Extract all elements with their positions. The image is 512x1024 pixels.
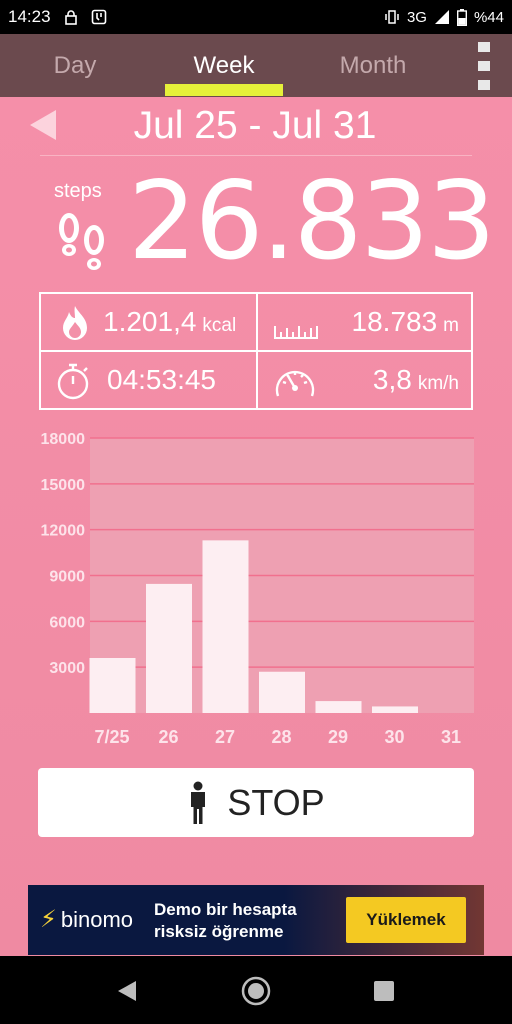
x-tick-label: 30: [384, 727, 404, 747]
ad-banner[interactable]: ⚡ binomo Demo bir hesapta risksiz öğrenm…: [28, 885, 484, 955]
calories-unit: kcal: [202, 315, 237, 336]
speed-unit: km/h: [417, 373, 459, 394]
footprints-icon: [59, 213, 104, 270]
previous-week-arrow-icon[interactable]: [28, 108, 58, 142]
y-tick-label: 6000: [49, 614, 85, 631]
y-tick-label: 15000: [41, 477, 86, 494]
distance-unit: m: [443, 315, 459, 336]
distance-cell: 18.783 m: [258, 294, 473, 350]
ad-brand-name: binomo: [60, 906, 134, 932]
chart-bar: [372, 706, 418, 713]
overflow-menu-icon[interactable]: [476, 42, 492, 90]
stats-grid: 1.201,4 kcal 18.783 m 04:53:45 3,8 km/h: [39, 292, 473, 410]
tab-day[interactable]: Day: [0, 34, 150, 97]
active-tab-indicator: [165, 84, 283, 96]
y-tick-label: 12000: [41, 523, 86, 540]
chart-bar: [315, 701, 362, 713]
lightning-bolt-icon: ⚡: [40, 906, 57, 933]
ad-brand: ⚡ binomo: [40, 905, 133, 934]
stop-button[interactable]: STOP: [38, 768, 474, 837]
battery-level: %44: [473, 8, 504, 26]
calories-cell: 1.201,4 kcal: [41, 294, 256, 350]
chart-bar: [259, 671, 305, 713]
x-tick-label: 26: [158, 727, 178, 747]
tab-month[interactable]: Month: [298, 34, 448, 97]
ad-headline-line2: risksiz öğrenme: [154, 922, 284, 941]
chart-bar: [89, 658, 136, 713]
speed-cell: 3,8 km/h: [258, 352, 473, 408]
home-nav-icon[interactable]: [236, 971, 276, 1011]
bar-chart: 3000 6000 9000 12000 15000 18000 7/25 26 27 28 29 3…: [41, 431, 474, 747]
network-type: 3G: [406, 8, 427, 26]
speed-value: 3,8: [372, 364, 412, 395]
calories-value: 1.201,4: [103, 306, 197, 337]
flame-icon: [63, 306, 87, 340]
weekly-steps-chart: 3000 6000 9000 12000 15000 18000 7/25 26 27 28 29 3…: [0, 425, 512, 755]
x-tick-label: 31: [441, 727, 461, 747]
x-tick-label: 29: [328, 727, 348, 747]
date-range: Jul 25 - Jul 31: [133, 104, 377, 147]
status-bar: 14:23 3G %44: [0, 0, 512, 34]
chart-bar: [146, 583, 192, 713]
lock-icon: [64, 10, 77, 25]
x-tick-label: 27: [215, 727, 235, 747]
person-icon: [191, 781, 206, 824]
stop-button-label: STOP: [227, 781, 325, 823]
y-tick-label: 9000: [49, 569, 85, 586]
signal-icon: [434, 10, 449, 24]
ad-headline-line1: Demo bir hesapta: [154, 900, 297, 919]
app-notification-icon: [91, 9, 106, 25]
ruler-icon: [274, 326, 318, 339]
ad-cta-button[interactable]: Yüklemek: [346, 897, 466, 943]
battery-icon: [456, 8, 467, 26]
steps-label: steps: [54, 180, 102, 202]
back-nav-icon[interactable]: [106, 971, 146, 1011]
steps-count: 26.833: [128, 159, 496, 284]
x-tick-label: 28: [271, 727, 291, 747]
distance-value: 18.783: [351, 306, 438, 337]
vibrate-icon: [385, 10, 399, 24]
duration-cell: 04:53:45: [41, 352, 256, 408]
recents-nav-icon[interactable]: [364, 971, 404, 1011]
y-tick-label: 18000: [41, 431, 86, 448]
header-divider: [40, 155, 472, 156]
speedometer-icon: [275, 370, 315, 397]
stopwatch-icon: [57, 363, 89, 400]
status-time: 14:23: [8, 7, 51, 26]
chart-bar: [202, 540, 249, 713]
duration-value: 04:53:45: [107, 364, 216, 395]
x-tick-label: 7/25: [94, 727, 129, 747]
ad-headline: Demo bir hesapta risksiz öğrenme: [154, 899, 354, 943]
system-nav-bar: [0, 956, 512, 1024]
y-tick-label: 3000: [49, 660, 85, 677]
